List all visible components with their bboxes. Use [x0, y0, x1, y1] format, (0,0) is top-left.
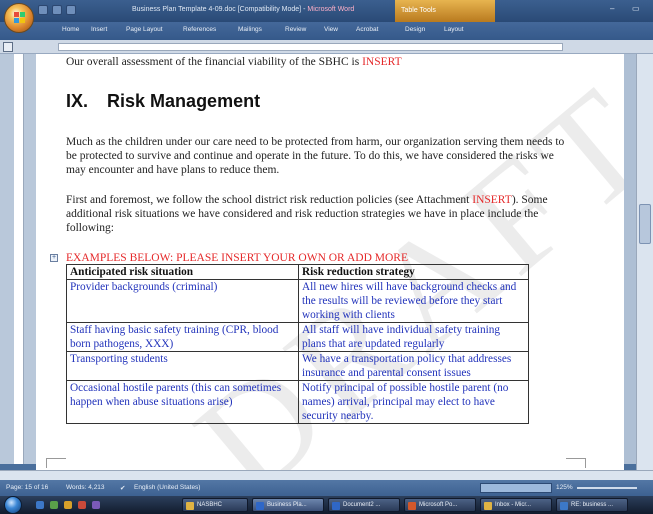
app-icon[interactable]: [78, 501, 86, 509]
proofing-icon[interactable]: ✔: [120, 484, 125, 492]
window-title: Business Plan Template 4-09.doc [Compati…: [132, 6, 354, 13]
table-cell[interactable]: Transporting students: [66, 351, 299, 381]
horizontal-scrollbar[interactable]: [0, 470, 653, 480]
ribbon-tabs: Home Insert Page Layout References Maili…: [0, 22, 653, 40]
insert-placeholder: INSERT: [472, 194, 512, 206]
zoom-level[interactable]: 125%: [556, 484, 573, 491]
document-page[interactable]: DRAFT Our overall assessment of the fina…: [36, 54, 624, 474]
save-icon[interactable]: [38, 5, 48, 15]
tab-home[interactable]: Home: [62, 26, 79, 33]
table-header-cell[interactable]: Anticipated risk situation: [66, 264, 299, 280]
ruler-bar: [0, 40, 653, 54]
language-indicator[interactable]: English (United States): [134, 484, 200, 491]
taskbar-item-inbox[interactable]: Inbox - Micr...: [480, 498, 552, 512]
view-buttons[interactable]: [480, 483, 552, 493]
table-row: Provider backgrounds (criminal) All new …: [66, 279, 529, 323]
quick-access-toolbar: [38, 5, 76, 15]
section-heading: IX. Risk Management: [66, 91, 261, 111]
table-cell[interactable]: Notify principal of possible hostile par…: [298, 380, 529, 424]
table-cell[interactable]: Provider backgrounds (criminal): [66, 279, 299, 323]
office-logo-icon: [14, 12, 26, 24]
vertical-scrollbar[interactable]: [636, 54, 653, 474]
word-count[interactable]: Words: 4,213: [66, 484, 105, 491]
page-count[interactable]: Page: 15 of 16: [6, 484, 48, 491]
taskbar-item-document2[interactable]: Document2 ...: [328, 498, 400, 512]
app-icon[interactable]: [50, 501, 58, 509]
tab-layout[interactable]: Layout: [444, 26, 464, 33]
tab-view[interactable]: View: [324, 26, 338, 33]
redo-icon[interactable]: [66, 5, 76, 15]
heading-number: IX.: [66, 91, 89, 111]
financial-assessment-line: Our overall assessment of the financial …: [66, 56, 402, 68]
status-bar: Page: 15 of 16 Words: 4,213 ✔ English (U…: [0, 480, 653, 496]
undo-icon[interactable]: [52, 5, 62, 15]
table-row: Staff having basic safety training (CPR,…: [66, 322, 529, 352]
horizontal-ruler[interactable]: [58, 43, 563, 51]
risk-table[interactable]: Anticipated risk situation Risk reductio…: [66, 264, 529, 424]
start-button[interactable]: [4, 496, 22, 514]
maximize-button[interactable]: ▭: [632, 4, 640, 13]
word-window: Business Plan Template 4-09.doc [Compati…: [0, 0, 653, 514]
intro-paragraph: Much as the children under our care need…: [66, 136, 565, 176]
taskbar-item-re-business[interactable]: RE: business ...: [556, 498, 628, 512]
tab-mailings[interactable]: Mailings: [238, 26, 262, 33]
table-tools-context-tab: Table Tools: [395, 0, 495, 22]
table-header-row: Anticipated risk situation Risk reductio…: [66, 264, 529, 280]
table-cell[interactable]: All staff will have individual safety tr…: [298, 322, 529, 352]
vertical-ruler[interactable]: [14, 54, 24, 464]
windows-taskbar: NASBHC Business Pla... Document2 ... Mic…: [0, 496, 653, 514]
table-move-handle-icon[interactable]: +: [50, 254, 58, 262]
page-corner-marker: [566, 458, 586, 468]
examples-instruction: EXAMPLES BELOW: PLEASE INSERT YOUR OWN O…: [66, 252, 408, 264]
taskbar-item-business-plan[interactable]: Business Pla...: [252, 498, 324, 512]
show-desktop-icon[interactable]: [36, 501, 44, 509]
table-cell[interactable]: Occasional hostile parents (this can som…: [66, 380, 299, 424]
table-header-cell[interactable]: Risk reduction strategy: [298, 264, 529, 280]
tab-acrobat[interactable]: Acrobat: [356, 26, 378, 33]
table-cell[interactable]: All new hires will have background check…: [298, 279, 529, 323]
office-button[interactable]: [4, 3, 34, 33]
tab-references[interactable]: References: [183, 26, 216, 33]
quick-launch: [36, 501, 100, 509]
scroll-thumb[interactable]: [639, 204, 651, 244]
zoom-slider[interactable]: [577, 487, 637, 489]
table-cell[interactable]: We have a transportation policy that add…: [298, 351, 529, 381]
taskbar-item-nasbhc[interactable]: NASBHC: [182, 498, 248, 512]
document-title: Business Plan Template 4-09.doc [Compati…: [132, 6, 308, 13]
tab-design[interactable]: Design: [405, 26, 425, 33]
app-icon[interactable]: [64, 501, 72, 509]
table-cell[interactable]: Staff having basic safety training (CPR,…: [66, 322, 299, 352]
tab-review[interactable]: Review: [285, 26, 306, 33]
tab-page-layout[interactable]: Page Layout: [126, 26, 163, 33]
app-name: Microsoft Word: [307, 6, 355, 13]
minimize-button[interactable]: –: [610, 4, 614, 13]
table-row: Occasional hostile parents (this can som…: [66, 380, 529, 424]
taskbar-item-powerpoint[interactable]: Microsoft Po...: [404, 498, 476, 512]
policies-paragraph: First and foremost, we follow the school…: [66, 194, 548, 234]
tab-insert[interactable]: Insert: [91, 26, 107, 33]
app-icon[interactable]: [92, 501, 100, 509]
insert-placeholder: INSERT: [362, 56, 402, 68]
heading-text: Risk Management: [107, 91, 261, 111]
page-corner-marker: [46, 458, 66, 468]
table-row: Transporting students We have a transpor…: [66, 351, 529, 381]
view-ruler-icon[interactable]: [3, 42, 13, 52]
title-bar: Business Plan Template 4-09.doc [Compati…: [0, 0, 653, 22]
